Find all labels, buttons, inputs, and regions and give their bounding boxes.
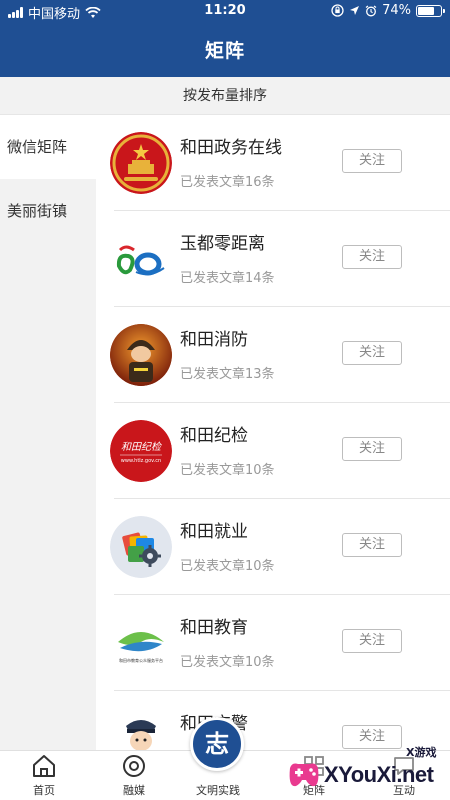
tab-label: 融媒: [123, 784, 145, 797]
account-list: 和田政务在线 已发表文章16条 关注 玉都零距离 已发表文章14条 关注 和田消…: [96, 115, 450, 750]
list-item[interactable]: 和田市教育公众服务平台 和田教育 已发表文章10条 关注: [110, 595, 450, 691]
list-item[interactable]: 和田就业 已发表文章10条 关注: [110, 499, 450, 595]
follow-button[interactable]: 关注: [342, 341, 402, 365]
media-icon: [123, 755, 145, 777]
follow-button[interactable]: 关注: [342, 533, 402, 557]
gamepad-logo-icon: [289, 763, 319, 787]
discipline-inspection-logo-icon: 和田纪检 www.htlz.gov.cn: [110, 420, 172, 482]
account-title: 和田纪检: [180, 426, 248, 446]
sidebar-item-beautiful-towns[interactable]: 美丽街镇: [0, 179, 96, 243]
site-watermark: X游戏 XYouXi.net: [282, 744, 450, 800]
list-item[interactable]: 和田政务在线 已发表文章16条 关注: [110, 115, 450, 211]
list-item[interactable]: 玉都零距离 已发表文章14条 关注: [110, 211, 450, 307]
status-right: 74%: [331, 3, 445, 18]
battery-percent: 74%: [382, 3, 411, 18]
status-bar: 中国移动 11:20 74%: [0, 0, 450, 24]
tab-media[interactable]: 融媒: [104, 751, 164, 798]
alarm-icon: [365, 5, 377, 16]
tab-home[interactable]: 首页: [14, 751, 74, 798]
national-emblem-icon: [110, 132, 172, 194]
app-header: 中国移动 11:20 74% 矩阵: [0, 0, 450, 77]
article-count: 已发表文章10条: [180, 559, 275, 574]
sidebar-item-wechat-matrix[interactable]: 微信矩阵: [0, 115, 96, 179]
sidebar: 微信矩阵 美丽街镇: [0, 115, 96, 750]
account-title: 和田就业: [180, 522, 248, 542]
list-item[interactable]: 和田消防 已发表文章13条 关注: [110, 307, 450, 403]
fab-glyph: 志: [205, 730, 229, 758]
follow-button[interactable]: 关注: [342, 245, 402, 269]
civilization-practice-icon: 志: [190, 717, 244, 771]
account-title: 和田消防: [180, 330, 248, 350]
page-title: 矩阵: [204, 40, 245, 62]
employment-logo-icon: [110, 516, 172, 578]
article-count: 已发表文章10条: [180, 463, 275, 478]
logo-caption: 和田市教育公众服务平台: [119, 657, 163, 663]
article-count: 已发表文章16条: [180, 175, 275, 190]
location-icon: [350, 6, 360, 15]
battery-fill: [418, 6, 434, 15]
tab-label: 首页: [33, 784, 55, 797]
logo-url: www.htlz.gov.cn: [121, 458, 161, 464]
follow-button[interactable]: 关注: [342, 149, 402, 173]
battery-icon: [416, 4, 445, 17]
anniversary-60-logo-icon: [110, 228, 172, 290]
watermark-small-text: X游戏: [406, 746, 437, 759]
education-logo-icon: 和田市教育公众服务平台: [110, 612, 172, 674]
account-title: 和田教育: [180, 618, 248, 638]
follow-button[interactable]: 关注: [342, 437, 402, 461]
home-icon: [33, 755, 55, 777]
article-count: 已发表文章10条: [180, 655, 275, 670]
tab-civilization-practice[interactable]: 志 文明实践: [186, 717, 250, 798]
list-item[interactable]: 和田交警 关注: [110, 691, 450, 750]
account-title: 玉都零距离: [180, 234, 265, 254]
article-count: 已发表文章13条: [180, 367, 275, 382]
firefighter-avatar-icon: [110, 324, 172, 386]
rotation-lock-icon: [331, 4, 344, 17]
follow-button[interactable]: 关注: [342, 629, 402, 653]
sort-bar[interactable]: 按发布量排序: [0, 77, 450, 115]
traffic-police-avatar-icon: [110, 708, 172, 750]
watermark-text: XYouXi.net: [324, 762, 434, 787]
logo-text: 和田纪检: [121, 441, 162, 453]
tab-label: 文明实践: [196, 784, 240, 797]
article-count: 已发表文章14条: [180, 271, 275, 286]
account-title: 和田政务在线: [180, 138, 282, 158]
list-item[interactable]: 和田纪检 www.htlz.gov.cn 和田纪检 已发表文章10条 关注: [110, 403, 450, 499]
